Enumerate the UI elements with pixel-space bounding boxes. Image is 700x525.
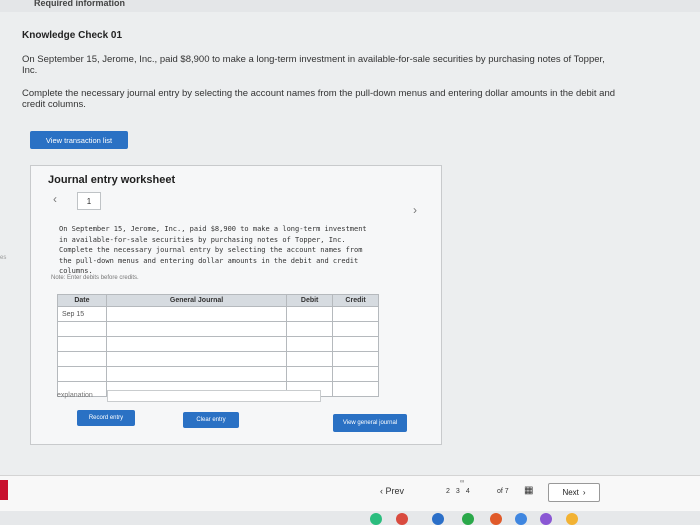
worksheet-tab-1[interactable]: 1 — [77, 192, 101, 210]
app-icon[interactable] — [370, 513, 382, 525]
app-icon[interactable] — [540, 513, 552, 525]
app-icon[interactable] — [566, 513, 578, 525]
account-cell[interactable] — [105, 321, 288, 337]
os-dock — [0, 511, 700, 525]
chevron-left-icon[interactable]: ‹ — [53, 192, 57, 206]
app-icon[interactable] — [462, 513, 474, 525]
debit-cell[interactable] — [286, 366, 334, 382]
credit-cell[interactable] — [332, 321, 379, 337]
app-icon[interactable] — [490, 513, 502, 525]
question-paragraph-1: On September 15, Jerome, Inc., paid $8,9… — [22, 54, 605, 76]
col-credit: Credit — [332, 294, 379, 307]
explanation-label: explanation — [57, 392, 93, 399]
page-number[interactable]: 3 — [456, 488, 460, 495]
debit-cell[interactable] — [286, 321, 334, 337]
next-button[interactable]: Next › — [548, 483, 600, 502]
question-paragraph-2: Complete the necessary journal entry by … — [22, 88, 616, 110]
credit-cell[interactable] — [332, 336, 379, 352]
page-numbers: 2 3 4 — [446, 488, 470, 495]
view-general-journal-button[interactable]: View general journal — [333, 414, 407, 432]
worksheet-description: On September 15, Jerome, Inc., paid $8,9… — [59, 225, 367, 275]
col-date: Date — [57, 294, 107, 307]
debit-cell[interactable] — [286, 351, 334, 367]
credit-cell[interactable] — [332, 366, 379, 382]
chevron-right-icon: › — [582, 488, 586, 497]
worksheet-title: Journal entry worksheet — [48, 174, 176, 186]
required-info-label: Required information — [34, 0, 126, 8]
page-total: of 7 — [497, 488, 509, 495]
prev-button[interactable]: ‹ Prev — [380, 486, 404, 496]
table-row — [57, 366, 379, 382]
credit-cell[interactable] — [332, 306, 379, 322]
col-general-journal: General Journal — [105, 294, 288, 307]
table-row: Sep 15 — [57, 306, 379, 322]
date-cell — [57, 366, 107, 382]
grid-icon[interactable]: ▦ — [524, 485, 533, 496]
page-number[interactable]: 2 — [446, 488, 450, 495]
chevron-left-icon: ‹ — [380, 486, 383, 496]
account-cell[interactable] — [105, 366, 288, 382]
clear-entry-button[interactable]: Clear entry — [183, 412, 239, 428]
worksheet-note: Note: Enter debits before credits. — [51, 275, 139, 281]
date-cell: Sep 15 — [57, 306, 107, 322]
debit-cell[interactable] — [286, 336, 334, 352]
record-entry-button[interactable]: Record entry — [77, 410, 135, 426]
credit-cell[interactable] — [332, 351, 379, 367]
date-cell — [57, 351, 107, 367]
account-cell[interactable] — [105, 351, 288, 367]
question-title: Knowledge Check 01 — [22, 30, 123, 41]
link-icon: ∞ — [460, 479, 465, 485]
journal-worksheet-panel: Journal entry worksheet ‹ 1 › On Septemb… — [30, 165, 442, 445]
journal-table: Date General Journal Debit Credit Sep 15 — [57, 294, 379, 397]
col-debit: Debit — [286, 294, 334, 307]
table-row — [57, 351, 379, 367]
table-row — [57, 336, 379, 352]
page-number[interactable]: 4 — [466, 488, 470, 495]
account-cell[interactable] — [105, 336, 288, 352]
date-cell — [57, 321, 107, 337]
brand-bar — [0, 480, 8, 500]
chevron-right-icon[interactable]: › — [413, 203, 417, 217]
date-cell — [57, 336, 107, 352]
app-icon[interactable] — [515, 513, 527, 525]
explanation-input[interactable] — [107, 390, 321, 402]
next-label: Next — [562, 488, 579, 497]
account-cell[interactable] — [105, 306, 288, 322]
credit-cell[interactable] — [332, 381, 379, 397]
gmail-icon[interactable] — [396, 513, 408, 525]
table-row — [57, 321, 379, 337]
view-transaction-list-button[interactable]: View transaction list — [30, 131, 128, 149]
prev-label: Prev — [385, 486, 405, 496]
app-icon[interactable] — [432, 513, 444, 525]
side-fragment: es — [0, 255, 7, 261]
debit-cell[interactable] — [286, 306, 334, 322]
